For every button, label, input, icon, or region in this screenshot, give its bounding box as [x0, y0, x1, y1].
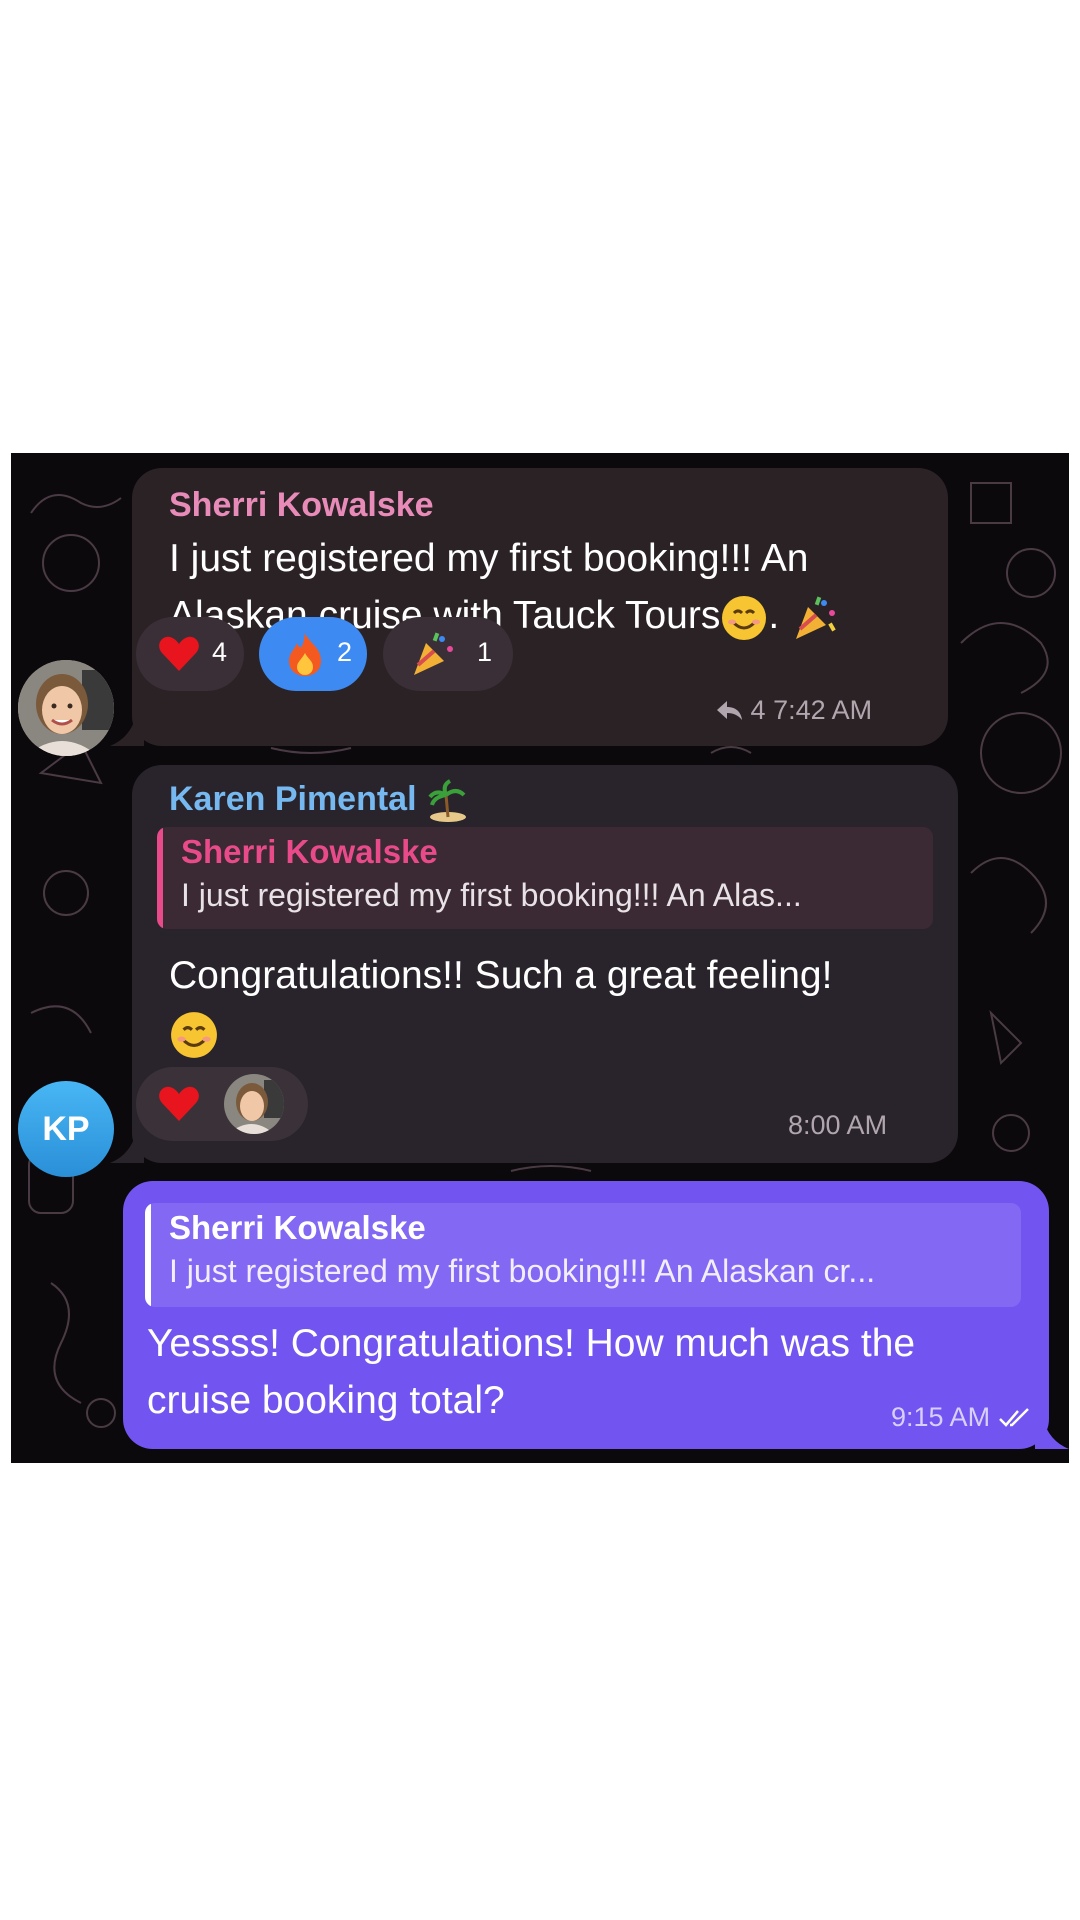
double-check-icon	[998, 1408, 1029, 1427]
chat-area[interactable]: Sherri Kowalske I just registered my fir…	[11, 453, 1069, 1463]
heart-icon	[159, 1086, 199, 1121]
reaction-heart[interactable]: 4	[136, 617, 244, 691]
avatar-initials: KP	[42, 1110, 90, 1148]
sherri-avatar[interactable]	[18, 660, 114, 756]
message-text: Congratulations!! Such a great feeling!	[169, 947, 929, 1061]
sender-name-row: Karen Pimental	[169, 779, 470, 823]
quote-bar	[157, 827, 163, 929]
message-text: Yessss! Congratulations! How much was th…	[147, 1322, 916, 1422]
quote-text: I just registered my first booking!!! An…	[181, 877, 802, 913]
smiling-face-emoji	[722, 595, 767, 640]
reaction-party[interactable]: 1	[383, 617, 513, 691]
party-popper-icon	[414, 632, 453, 675]
reply-count: 4	[750, 695, 766, 725]
message-meta: 9:15 AM	[891, 1402, 1032, 1433]
message-time: 7:42 AM	[773, 695, 873, 725]
quote-sender: Sherri Kowalske	[181, 833, 438, 870]
person-photo-icon	[18, 660, 114, 756]
desert-island-icon	[428, 779, 466, 822]
karen-avatar[interactable]: KP	[18, 1081, 114, 1177]
reply-arrow-icon	[717, 701, 742, 720]
message-body: Congratulations!! Such a great feeling!	[169, 954, 833, 997]
reactor-avatar	[224, 1074, 284, 1134]
heart-icon	[159, 636, 199, 671]
reply-quote[interactable]: Sherri Kowalske I just registered my fir…	[157, 827, 933, 929]
reaction-count: 4	[212, 637, 228, 667]
message-suffix: .	[768, 594, 780, 637]
reaction-heart[interactable]	[136, 1067, 308, 1141]
message-bubble-karen[interactable]: Karen Pimental Sherri Kowalske I just re…	[132, 765, 958, 1163]
message-bubble-outgoing[interactable]: Sherri Kowalske I just registered my fir…	[123, 1181, 1049, 1449]
smiling-face-emoji	[171, 1011, 217, 1058]
message-meta: 4 7:42 AM	[715, 695, 872, 726]
fire-icon	[289, 633, 321, 676]
message-time: 9:15 AM	[891, 1402, 991, 1432]
reaction-count: 1	[477, 637, 493, 667]
quote-bar	[145, 1203, 151, 1307]
quote-sender: Sherri Kowalske	[169, 1209, 426, 1246]
party-popper-emoji	[796, 596, 836, 639]
message-bubble-sherri[interactable]: Sherri Kowalske I just registered my fir…	[132, 468, 948, 746]
reaction-fire[interactable]: 2	[259, 617, 367, 691]
sender-name[interactable]: Sherri Kowalske	[169, 486, 434, 525]
bubble-tail	[1035, 1419, 1069, 1449]
quote-text: I just registered my first booking!!! An…	[169, 1253, 876, 1289]
reaction-count: 2	[337, 637, 353, 667]
reply-quote[interactable]: Sherri Kowalske I just registered my fir…	[145, 1203, 1021, 1307]
message-time: 8:00 AM	[788, 1110, 888, 1140]
sender-name[interactable]: Karen Pimental	[169, 780, 417, 818]
